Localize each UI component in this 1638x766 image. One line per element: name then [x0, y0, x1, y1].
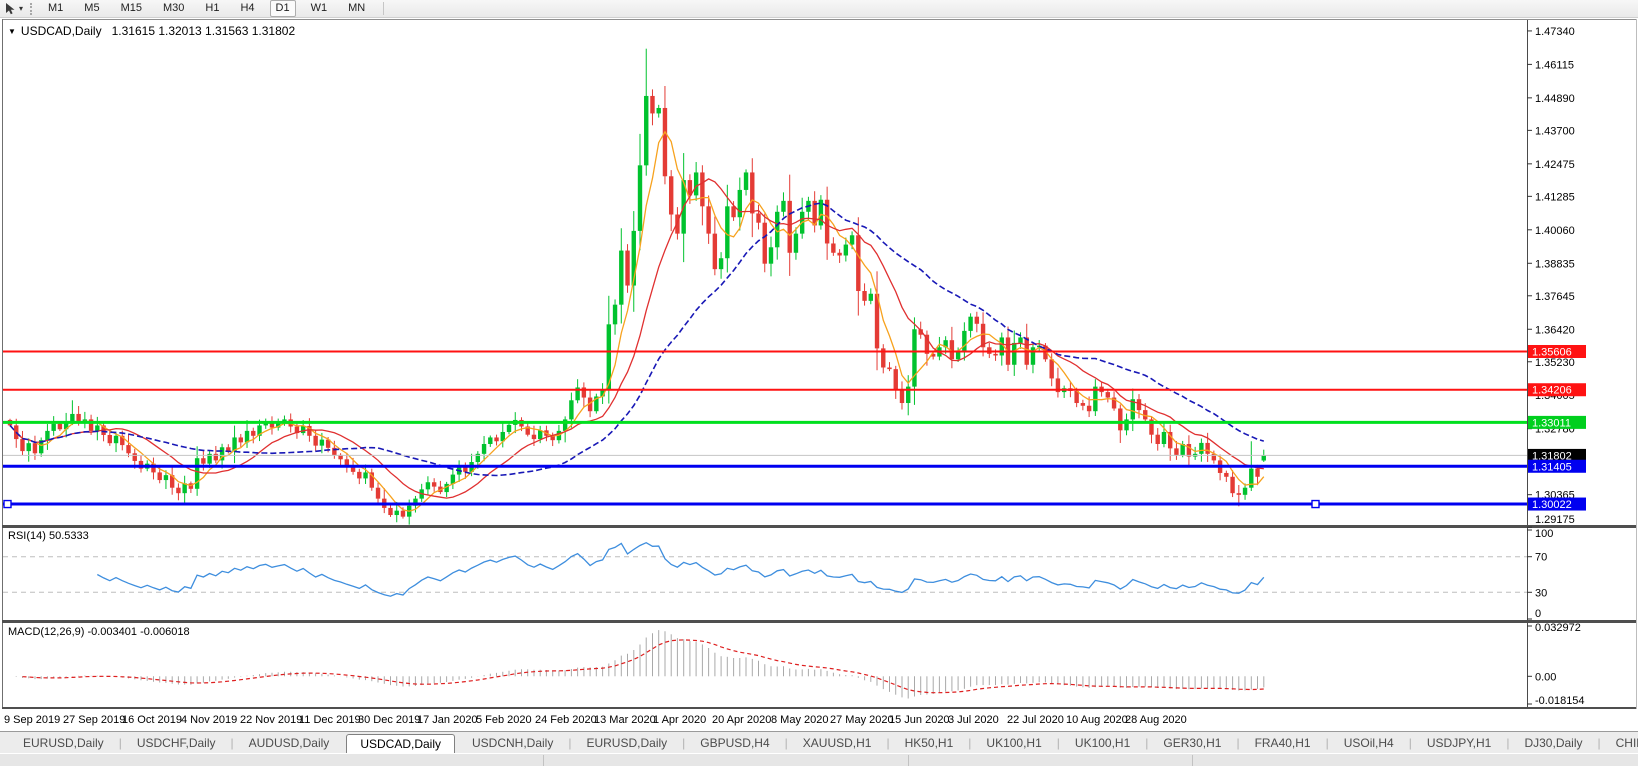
tab-separator: |: [1409, 736, 1412, 750]
tab-separator: |: [1598, 736, 1601, 750]
tab-dj30-daily[interactable]: DJ30,Daily: [1515, 734, 1591, 752]
tab-uk100-h1[interactable]: UK100,H1: [977, 734, 1050, 752]
tab-separator: |: [1236, 736, 1239, 750]
status-divider: [543, 755, 544, 766]
tab-separator: |: [568, 736, 571, 750]
status-bar: [0, 753, 1638, 766]
tab-usdjpy-h1[interactable]: USDJPY,H1: [1418, 734, 1500, 752]
toolbar-drag-handle[interactable]: [30, 3, 32, 15]
tab-separator: |: [1145, 736, 1148, 750]
tab-separator: |: [968, 736, 971, 750]
tab-separator: |: [119, 736, 122, 750]
cursor-tool-icon[interactable]: [3, 2, 18, 16]
tab-separator: |: [1506, 736, 1509, 750]
tab-usdcad-daily[interactable]: USDCAD,Daily: [346, 734, 455, 754]
timeframe-button-m1[interactable]: M1: [42, 0, 69, 17]
tab-usoil-h4[interactable]: USOil,H4: [1335, 734, 1403, 752]
price-chart-area[interactable]: [3, 20, 1527, 525]
macd-pane[interactable]: [3, 623, 1527, 707]
timeframe-button-m5[interactable]: M5: [78, 0, 105, 17]
timeframe-button-m30[interactable]: M30: [157, 0, 190, 17]
tab-separator: |: [682, 736, 685, 750]
timeframe-button-m15[interactable]: M15: [115, 0, 148, 17]
tab-usdcnh-daily[interactable]: USDCNH,Daily: [463, 734, 562, 752]
tab-separator: |: [1326, 736, 1329, 750]
rsi-pane[interactable]: [3, 528, 1527, 620]
timeframe-button-h1[interactable]: H1: [199, 0, 225, 17]
tab-ger30-h1[interactable]: GER30,H1: [1154, 734, 1230, 752]
tab-usdchf-daily[interactable]: USDCHF,Daily: [128, 734, 225, 752]
tab-xauusd-h1[interactable]: XAUUSD,H1: [794, 734, 881, 752]
timeframe-button-w1[interactable]: W1: [305, 0, 334, 17]
tab-china300-h1[interactable]: CHINA300,H1: [1607, 734, 1638, 752]
tab-separator: |: [886, 736, 889, 750]
price-axis[interactable]: [1528, 20, 1636, 709]
status-divider: [1192, 755, 1193, 766]
timeframe-button-mn[interactable]: MN: [342, 0, 371, 17]
tab-hk50-h1[interactable]: HK50,H1: [896, 734, 963, 752]
chart-window: 1.473401.461151.448901.437001.424751.412…: [0, 18, 1638, 731]
tool-dropdown-caret[interactable]: ▾: [19, 4, 23, 13]
timeframe-button-d1[interactable]: D1: [270, 0, 296, 17]
toolbar-separator: [383, 2, 384, 15]
symbol-tabbar: EURUSD,Daily | USDCHF,Daily | AUDUSD,Daily US…: [0, 731, 1638, 753]
tab-eurusd-daily[interactable]: EURUSD,Daily: [14, 734, 113, 752]
tab-uk100-h1[interactable]: UK100,H1: [1066, 734, 1139, 752]
tab-separator: |: [785, 736, 788, 750]
tab-audusd-daily[interactable]: AUDUSD,Daily: [240, 734, 339, 752]
trading-terminal: { "toolbar":{"timeframes":["M1","M5","M1…: [0, 0, 1638, 766]
tab-separator: |: [231, 736, 234, 750]
tab-eurusd-daily[interactable]: EURUSD,Daily: [577, 734, 676, 752]
tab-gbpusd-h4[interactable]: GBPUSD,H4: [691, 734, 778, 752]
timeframe-toolbar: ▾ M1 M5 M15 M30 H1 H4 D1 W1 MN: [0, 0, 1638, 18]
tab-separator: |: [1057, 736, 1060, 750]
time-axis[interactable]: [3, 709, 1527, 730]
timeframe-button-h4[interactable]: H4: [234, 0, 260, 17]
status-divider: [908, 755, 909, 766]
tab-fra40-h1[interactable]: FRA40,H1: [1246, 734, 1320, 752]
